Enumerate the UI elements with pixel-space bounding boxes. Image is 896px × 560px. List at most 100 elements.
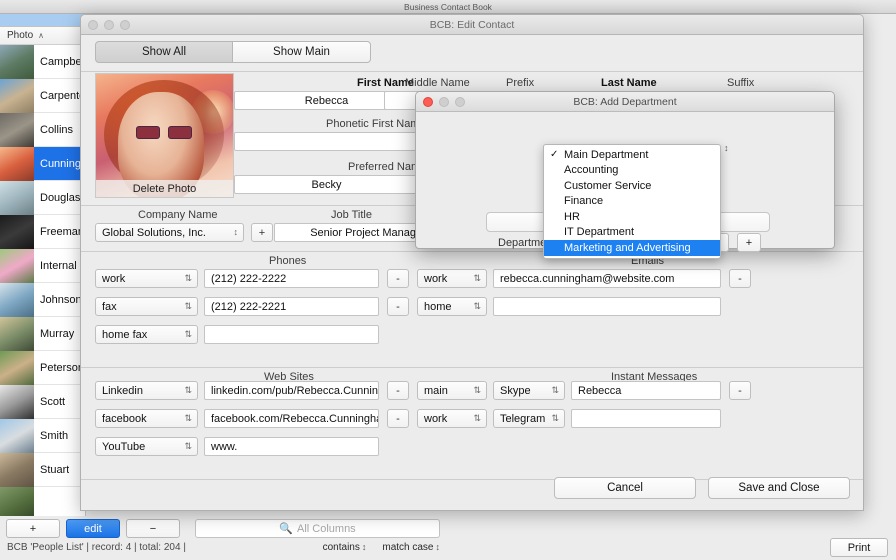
remove-website-button-1[interactable]: - (387, 409, 409, 428)
department-options-menu[interactable]: Main DepartmentAccountingCustomer Servic… (543, 144, 721, 259)
menu-item-marketing-and-advertising[interactable]: Marketing and Advertising (544, 240, 720, 256)
add-company-button[interactable]: + (251, 223, 273, 242)
edit-window-titlebar[interactable]: BCB: Edit Contact (81, 15, 863, 35)
list-item[interactable]: Scott (0, 384, 85, 419)
contact-thumbnail (0, 248, 34, 283)
preferred-name-field[interactable]: Becky (234, 175, 419, 194)
phone-type-dropdown-2[interactable]: home fax ⇅ (95, 325, 198, 344)
menu-item-customer-service[interactable]: Customer Service (544, 178, 720, 194)
im-service-dropdown-1-value: Telegram (500, 412, 546, 425)
email-address-field-1[interactable] (493, 297, 721, 316)
list-item[interactable]: Murray (0, 316, 85, 351)
remove-phone-button-0[interactable]: - (387, 269, 409, 288)
phone-type-dropdown-1[interactable]: fax ⇅ (95, 297, 198, 316)
website-type-dropdown-1[interactable]: facebook ⇅ (95, 409, 198, 428)
contact-thumbnail (0, 78, 34, 113)
add-record-button[interactable]: + (6, 519, 60, 538)
tab-show-all[interactable]: Show All (95, 41, 233, 63)
im-service-dropdown-1[interactable]: Telegram ⇅ (493, 409, 565, 428)
minimize-button-icon[interactable] (439, 97, 449, 107)
contains-dropdown[interactable]: contains ↕ (323, 542, 367, 553)
list-item[interactable]: Internal (0, 248, 85, 283)
close-button-icon[interactable] (423, 97, 433, 107)
email-type-dropdown-0[interactable]: work ⇅ (417, 269, 487, 288)
website-type-dropdown-0[interactable]: Linkedin ⇅ (95, 381, 198, 400)
website-url-field-2[interactable]: www. (204, 437, 379, 456)
menu-item-main-department[interactable]: Main Department (544, 147, 720, 163)
list-item[interactable]: Stuart (0, 452, 85, 487)
chevron-updown-icon: ⇅ (473, 413, 481, 423)
column-header-photo[interactable]: Photo ∧ (0, 27, 85, 45)
im-type-dropdown-1[interactable]: work ⇅ (417, 409, 487, 428)
contact-thumbnail (0, 384, 34, 419)
phone-number-field-2[interactable] (204, 325, 379, 344)
list-item[interactable]: Freeman (0, 214, 85, 249)
search-input[interactable]: 🔍 All Columns (195, 519, 440, 538)
contact-thumbnail (0, 452, 34, 487)
contact-photo[interactable]: Delete Photo (95, 73, 234, 198)
list-item[interactable]: Peterson (0, 350, 85, 385)
edit-record-button[interactable]: edit (66, 519, 120, 538)
website-type-dropdown-2[interactable]: YouTube ⇅ (95, 437, 198, 456)
remove-record-button[interactable]: − (126, 519, 180, 538)
zoom-button-icon[interactable] (455, 97, 465, 107)
chevron-updown-icon: ⇅ (551, 413, 559, 423)
remove-phone-button-1[interactable]: - (387, 297, 409, 316)
remove-email-button-0[interactable]: - (729, 269, 751, 288)
zoom-button-icon[interactable] (120, 20, 130, 30)
contact-name: Murray (40, 327, 75, 340)
phone-number-field-0[interactable]: (212) 222-2222 (204, 269, 379, 288)
list-item[interactable]: Douglas (0, 180, 85, 215)
cancel-button[interactable]: Cancel (554, 477, 696, 499)
list-item[interactable]: Cunningham (0, 146, 85, 181)
im-handle-field-0[interactable]: Rebecca (571, 381, 721, 400)
contact-thumbnail (0, 418, 34, 453)
dept-dialog-titlebar[interactable]: BCB: Add Department (416, 92, 834, 112)
list-item[interactable]: Campbell (0, 45, 85, 79)
photo-lens-left (136, 126, 160, 139)
delete-photo-button[interactable]: Delete Photo (96, 180, 233, 197)
im-handle-field-1[interactable] (571, 409, 721, 428)
search-icon: 🔍 (279, 523, 293, 535)
im-service-dropdown-0[interactable]: Skype ⇅ (493, 381, 565, 400)
menu-item-hr[interactable]: HR (544, 209, 720, 225)
tab-show-main[interactable]: Show Main (233, 41, 371, 63)
menu-item-finance[interactable]: Finance (544, 194, 720, 210)
list-item[interactable]: Carpenter (0, 78, 85, 113)
match-case-dropdown[interactable]: match case ↕ (382, 542, 440, 553)
dept-dialog-title: BCB: Add Department (573, 95, 677, 108)
print-button[interactable]: Print (830, 538, 888, 557)
im-type-dropdown-0[interactable]: main ⇅ (417, 381, 487, 400)
website-type-dropdown-0-value: Linkedin (102, 384, 143, 397)
website-type-dropdown-2-value: YouTube (102, 440, 146, 453)
phonetic-first-name-field[interactable] (234, 132, 419, 151)
remove-im-button-0[interactable]: - (729, 381, 751, 400)
phone-type-dropdown-0[interactable]: work ⇅ (95, 269, 198, 288)
company-name-dropdown[interactable]: Global Solutions, Inc. ↕ (95, 223, 244, 242)
contact-thumbnail (0, 486, 34, 516)
job-title-label: Job Title (331, 209, 372, 221)
app-titlebar[interactable]: Business Contact Book (0, 0, 896, 14)
list-item[interactable]: Johnson (0, 282, 85, 317)
contact-name: Freeman (40, 225, 85, 238)
menu-item-it-department[interactable]: IT Department (544, 225, 720, 241)
remove-website-button-0[interactable]: - (387, 381, 409, 400)
minimize-button-icon[interactable] (104, 20, 114, 30)
contact-name: Smith (40, 429, 69, 442)
email-type-dropdown-1[interactable]: home ⇅ (417, 297, 487, 316)
phone-number-field-1[interactable]: (212) 222-2221 (204, 297, 379, 316)
add-department-button[interactable]: + (737, 233, 761, 252)
menu-item-accounting[interactable]: Accounting (544, 163, 720, 179)
save-and-close-button[interactable]: Save and Close (708, 477, 850, 499)
contacts-list[interactable]: Campbell Carpenter Collins Cunningham Dougla… (0, 45, 85, 516)
email-address-field-0[interactable]: rebecca.cunningham@website.com (493, 269, 721, 288)
list-item[interactable]: Smith (0, 418, 85, 453)
column-header-label: Photo (7, 30, 34, 41)
list-item[interactable]: Collins (0, 112, 85, 147)
close-button-icon[interactable] (88, 20, 98, 30)
im-type-dropdown-1-value: work (424, 412, 448, 425)
app-title: Business Contact Book (404, 1, 492, 12)
website-url-field-0[interactable]: linkedin.com/pub/Rebecca.Cunningham (204, 381, 379, 400)
list-item[interactable] (0, 486, 85, 516)
website-url-field-1[interactable]: facebook.com/Rebecca.Cunningham (204, 409, 379, 428)
